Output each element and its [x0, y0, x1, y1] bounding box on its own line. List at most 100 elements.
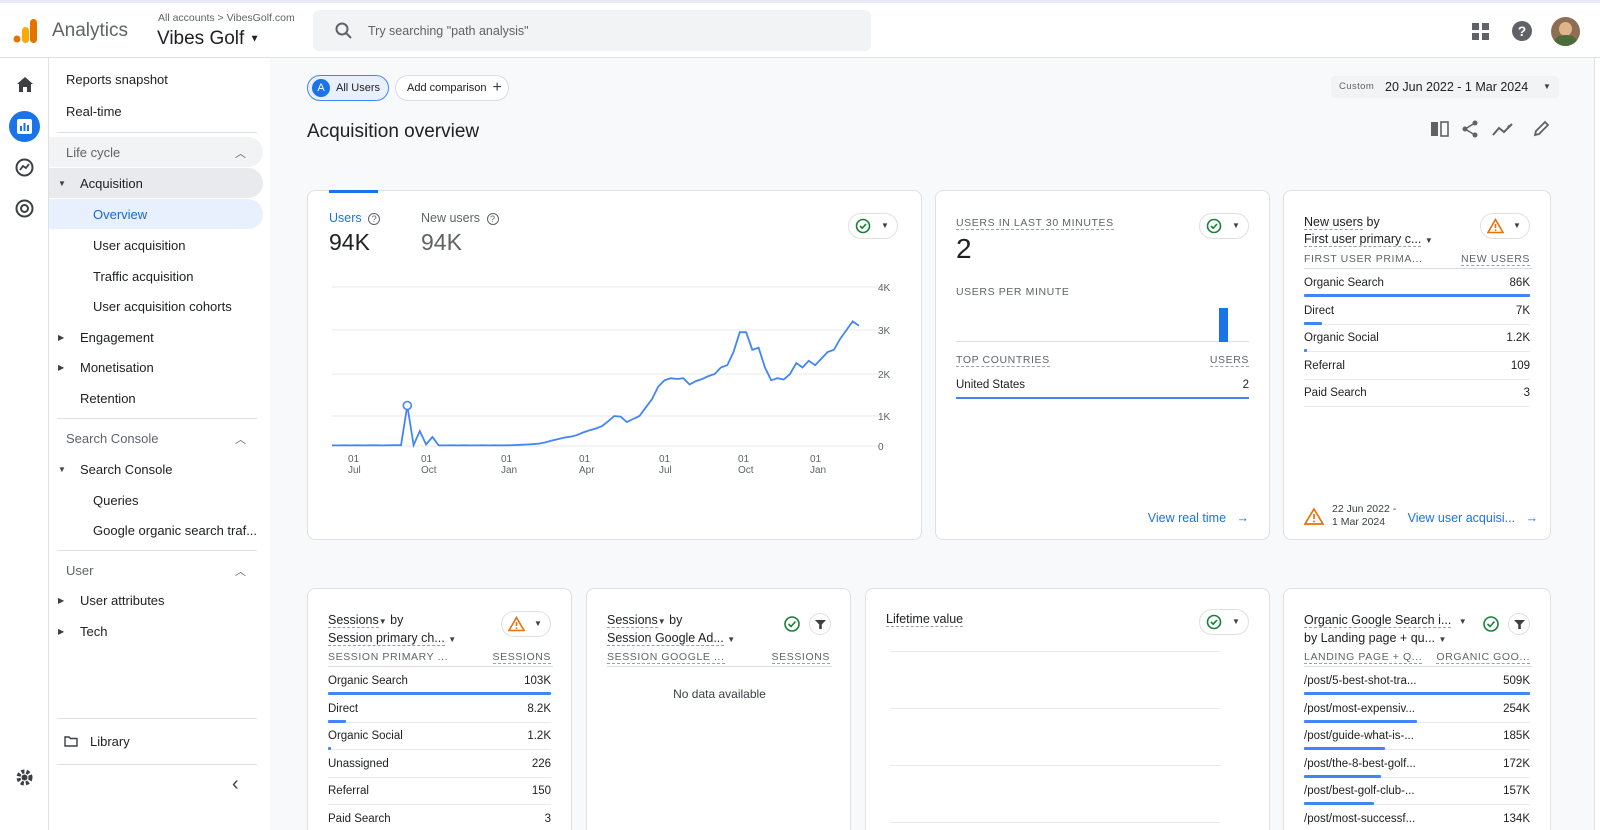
nav-section-life-cycle[interactable]: Life cycle ︿ — [49, 137, 263, 167]
collapse-chevron-left-icon[interactable]: ‹ — [232, 773, 239, 796]
country-name: United States — [956, 379, 1026, 391]
compare-columns-icon[interactable] — [1430, 121, 1450, 137]
nav-search-console[interactable]: ▼ Search Console — [49, 454, 263, 484]
nav-user-acquisition[interactable]: User acquisition — [49, 230, 263, 260]
view-user-acquisition-link[interactable]: View user acquisi... → — [1408, 509, 1538, 527]
data-quality-status[interactable]: ▼ — [501, 611, 551, 637]
check-circle-icon — [855, 218, 871, 234]
insights-icon[interactable]: ✦ — [1492, 121, 1514, 137]
table-row[interactable]: /post/the-8-best-golf... 172K — [1304, 751, 1530, 778]
nav-google-organic-search-traffic[interactable]: Google organic search traf... — [49, 515, 263, 545]
share-icon[interactable] — [1462, 120, 1479, 138]
table-row[interactable]: Referral 109 — [1304, 353, 1530, 380]
explore-icon[interactable] — [15, 158, 34, 177]
realtime-card: Users in last 30 minutes ▼ 2 Users per m… — [935, 190, 1270, 540]
row-value: 103K — [524, 675, 551, 687]
data-quality-status[interactable]: ▼ — [1199, 609, 1249, 635]
filter-icon[interactable] — [809, 613, 831, 635]
card-title[interactable]: Sessions▼ by Session primary ch... ▼ — [328, 612, 456, 648]
data-quality-status[interactable]: ▼ — [1480, 213, 1530, 239]
table-row[interactable]: /post/guide-what-is-... 185K — [1304, 723, 1530, 750]
add-comparison-button[interactable]: Add comparison + — [395, 75, 509, 101]
nav-acquisition[interactable]: ▼ Acquisition — [49, 168, 263, 198]
row-label: /post/most-successf... — [1304, 812, 1416, 825]
divider — [1304, 666, 1532, 667]
card-title[interactable]: Sessions▼ by Session Google Ad... ▼ — [607, 612, 735, 648]
warning-triangle-icon — [1487, 218, 1504, 234]
breadcrumb-account[interactable]: VibesGolf.com — [227, 12, 295, 24]
nav-section-user[interactable]: User ︿ — [49, 555, 263, 585]
advertising-icon[interactable] — [15, 199, 34, 218]
nav-real-time[interactable]: Real-time — [49, 96, 263, 126]
caret-right-icon: ▶ — [58, 332, 65, 342]
table-row[interactable]: Organic Social 1.2K — [328, 723, 551, 750]
no-data-message: No data available — [673, 687, 766, 701]
table-row[interactable]: /post/5-best-shot-tra... 509K — [1304, 668, 1530, 695]
divider — [57, 718, 257, 719]
nav-retention[interactable]: Retention — [49, 383, 263, 413]
table-row[interactable]: Organic Search 86K — [1304, 270, 1530, 297]
page-scrollbar[interactable] — [1594, 58, 1600, 830]
nav-user-attributes[interactable]: ▶ User attributes — [49, 585, 263, 615]
data-point-marker[interactable] — [402, 400, 413, 411]
row-label: Referral — [328, 785, 369, 797]
nav-overview[interactable]: Overview — [49, 199, 263, 229]
avatar[interactable] — [1551, 17, 1580, 46]
help-icon[interactable]: ? — [1512, 21, 1532, 41]
check-circle-icon[interactable] — [1482, 615, 1500, 633]
card-title[interactable]: Organic Google Search i... ▼ by Landing … — [1304, 612, 1467, 648]
caret-down-icon: ▼ — [378, 617, 387, 626]
nav-tech[interactable]: ▶ Tech — [49, 616, 263, 646]
view-realtime-link[interactable]: View real time → — [1148, 509, 1249, 527]
table-row[interactable]: United States 2 — [956, 372, 1249, 399]
edit-pencil-icon[interactable] — [1533, 120, 1550, 137]
nav-section-search-console[interactable]: Search Console ︿ — [49, 423, 263, 453]
table-row[interactable]: Referral 150 — [328, 778, 551, 805]
metric-users-label: Users — [329, 211, 362, 225]
reports-icon[interactable] — [9, 111, 40, 142]
nav-reports-snapshot[interactable]: Reports snapshot — [49, 64, 263, 94]
table-row[interactable]: Direct 8.2K — [328, 696, 551, 723]
table-row[interactable]: Unassigned 226 — [328, 751, 551, 778]
nav-library[interactable]: Library — [49, 726, 263, 756]
nav-label: User acquisition — [93, 237, 186, 253]
settings-gear-icon[interactable] — [15, 768, 34, 787]
nav-traffic-acquisition[interactable]: Traffic acquisition — [49, 261, 263, 291]
card-title[interactable]: Lifetime value — [886, 612, 964, 627]
check-circle-icon[interactable] — [783, 615, 801, 633]
date-range-picker[interactable]: Custom 20 Jun 2022 - 1 Mar 2024 ▼ — [1331, 76, 1559, 98]
users-per-minute-label: Users per minute — [956, 286, 1070, 298]
home-icon[interactable] — [16, 76, 34, 93]
table-row[interactable]: Organic Social 1.2K — [1304, 325, 1530, 352]
nav-engagement[interactable]: ▶ Engagement — [49, 322, 263, 352]
breadcrumb-all-accounts[interactable]: All accounts — [158, 12, 215, 24]
plus-icon: + — [492, 79, 502, 96]
table-row[interactable]: /post/most-expensiv... 254K — [1304, 696, 1530, 723]
metric-users-tab[interactable]: Users ? 94K — [329, 211, 381, 256]
segment-chip[interactable]: A All Users — [307, 75, 389, 101]
metric-users-value: 94K — [329, 229, 370, 255]
nav-user-acquisition-cohorts[interactable]: User acquisition cohorts — [49, 291, 263, 321]
help-circle-icon[interactable]: ? — [368, 213, 381, 225]
table-row[interactable]: Direct 7K — [1304, 298, 1530, 325]
data-quality-status[interactable]: ▼ — [1199, 213, 1249, 239]
nav-label: Tech — [80, 623, 108, 639]
property-selector[interactable]: Vibes Golf ▼ — [157, 28, 260, 50]
table-row[interactable]: Organic Search 103K — [328, 668, 551, 695]
card-title[interactable]: New users by First user primary c... ▼ — [1304, 214, 1433, 249]
date-line-2: 1 Mar 2024 — [1332, 516, 1386, 528]
metric-new-users-tab[interactable]: New users ? 94K — [421, 211, 499, 256]
table-row[interactable]: Paid Search 3 — [1304, 380, 1530, 407]
nav-queries[interactable]: Queries — [49, 485, 263, 515]
table-row[interactable]: /post/best-golf-club-... 157K — [1304, 778, 1530, 805]
table-row[interactable]: Paid Search 3 — [328, 806, 551, 830]
table-row[interactable]: /post/most-successf... 134K — [1304, 806, 1530, 830]
apps-grid-icon[interactable] — [1472, 23, 1490, 41]
nav-monetisation[interactable]: ▶ Monetisation — [49, 352, 263, 382]
filter-icon[interactable] — [1508, 613, 1530, 635]
search-bar[interactable]: Try searching "path analysis" — [313, 10, 871, 51]
help-circle-icon[interactable]: ? — [486, 213, 499, 225]
search-input[interactable]: Try searching "path analysis" — [368, 24, 529, 38]
metric-new-users-value: 94K — [421, 229, 462, 255]
data-quality-status[interactable]: ▼ — [848, 213, 898, 239]
